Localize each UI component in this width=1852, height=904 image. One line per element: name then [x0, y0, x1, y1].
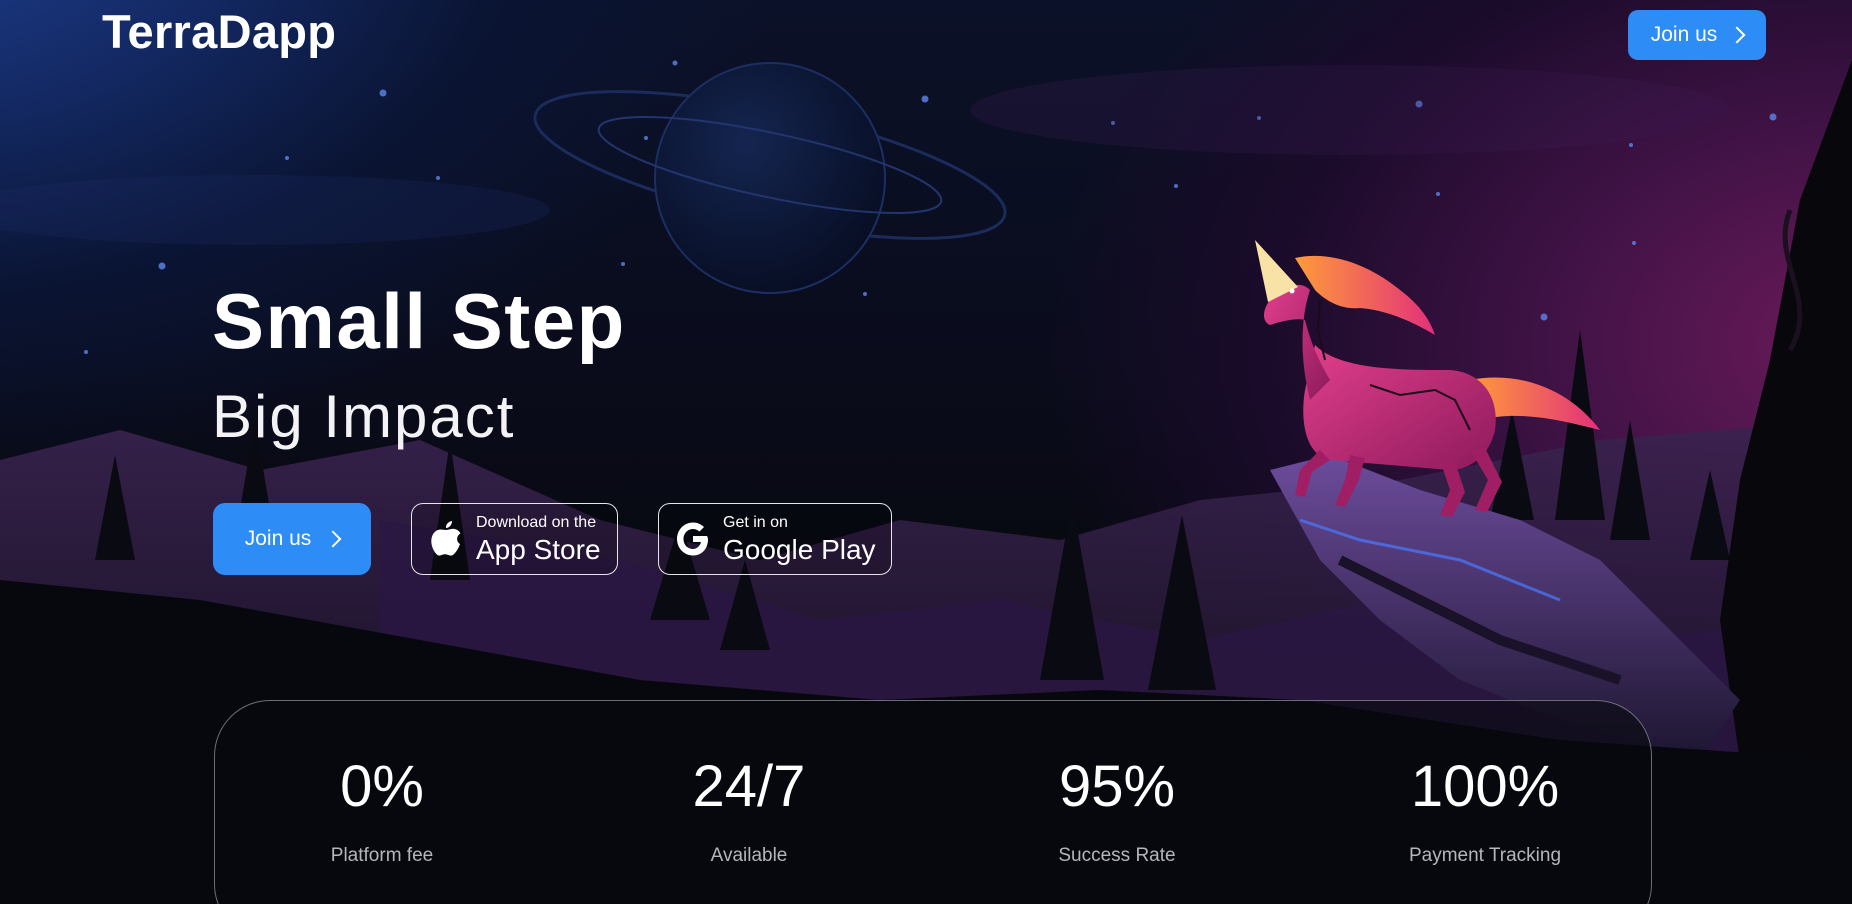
- app-store-big-text: App Store: [476, 533, 601, 565]
- stat-label: Payment Tracking: [1408, 845, 1562, 866]
- google-play-button[interactable]: Get in on Google Play: [658, 503, 892, 575]
- stat-label: Available: [710, 845, 788, 866]
- hero-title: Small Step: [212, 277, 626, 365]
- stat-value: 24/7: [692, 754, 806, 819]
- nav-join-label: Join us: [1650, 23, 1718, 46]
- stats-card: 0% Platform fee 24/7 Available 95% Succe…: [214, 700, 1652, 904]
- hero-subtitle: Big Impact: [212, 383, 516, 450]
- nav-join-button[interactable]: Join us: [1628, 10, 1766, 60]
- stat-value: 0%: [340, 754, 424, 819]
- logo[interactable]: TerraDapp: [102, 4, 336, 59]
- app-store-small-text: Download on the: [476, 513, 597, 531]
- hero-section: TerraDapp Join us Small Step Big Impact …: [0, 0, 1852, 904]
- chevron-right-icon: [1728, 26, 1746, 44]
- stat-value: 100%: [1410, 754, 1560, 819]
- stat-label: Success Rate: [1058, 845, 1176, 866]
- planet: [533, 62, 1007, 294]
- stat-value: 95%: [1058, 754, 1176, 819]
- chevron-right-icon: [324, 530, 342, 548]
- hero-join-button[interactable]: Join us: [213, 503, 371, 575]
- stat-label: Platform fee: [330, 845, 434, 866]
- google-play-big-text: Google Play: [723, 533, 876, 565]
- hero-join-label: Join us: [244, 527, 312, 550]
- apple-icon: [426, 517, 466, 561]
- google-play-small-text: Get in on: [723, 513, 788, 531]
- google-icon: [673, 517, 713, 561]
- app-store-button[interactable]: Download on the App Store: [411, 503, 618, 575]
